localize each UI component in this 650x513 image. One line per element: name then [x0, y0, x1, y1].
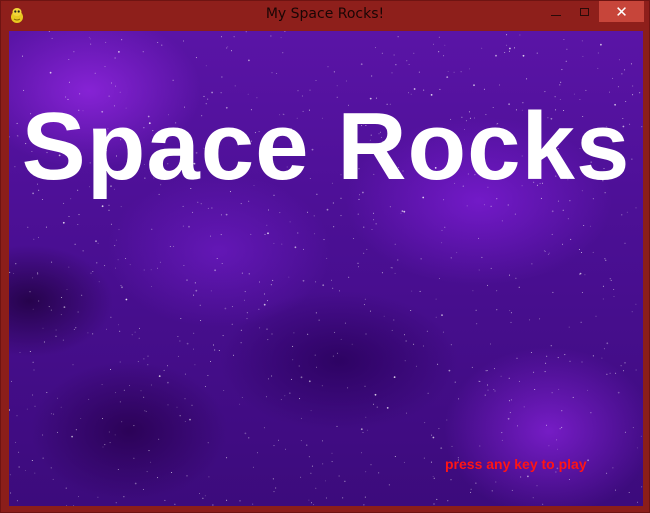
game-window: My Space Rocks! ✕ Space Rocks press any …	[0, 0, 650, 513]
minimize-button[interactable]	[543, 1, 569, 22]
minimize-icon	[551, 15, 561, 16]
maximize-button[interactable]	[571, 1, 597, 22]
maximize-icon	[579, 7, 589, 16]
game-title: Space Rocks	[21, 93, 631, 200]
close-icon: ✕	[615, 2, 628, 21]
close-button[interactable]: ✕	[599, 1, 644, 22]
title-bar[interactable]: My Space Rocks! ✕	[1, 1, 649, 30]
game-canvas[interactable]: Space Rocks press any key to play	[9, 31, 643, 506]
press-key-prompt: press any key to play	[445, 456, 587, 472]
